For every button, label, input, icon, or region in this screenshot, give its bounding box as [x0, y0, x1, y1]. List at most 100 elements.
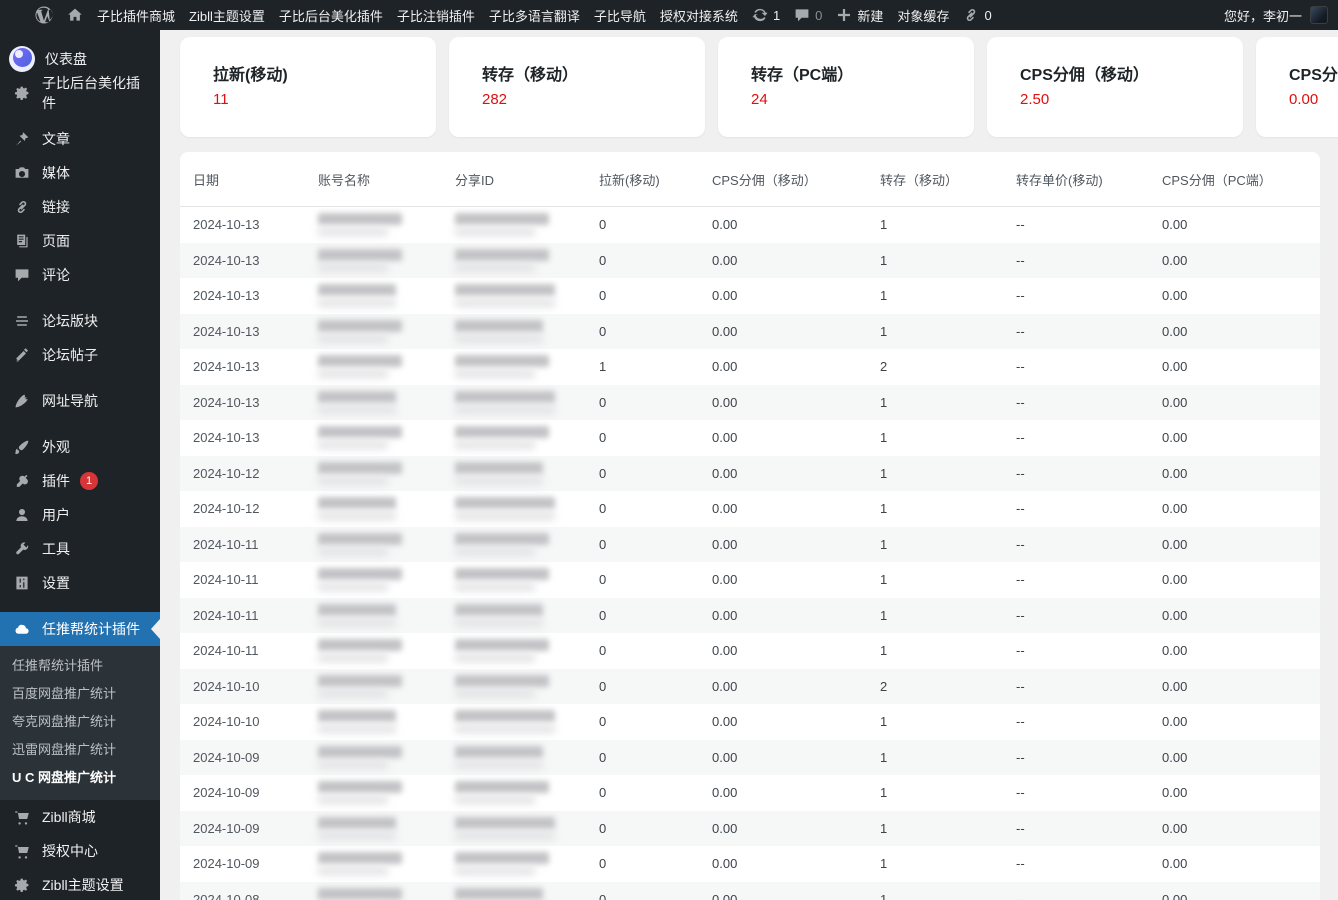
sidebar-item[interactable]: 授权中心 — [0, 834, 160, 868]
sidebar-item[interactable]: 网址导航 — [0, 384, 160, 418]
sidebar-submenu: 任推帮统计插件百度网盘推广统计夸克网盘推广统计迅雷网盘推广统计U C 网盘推广统… — [0, 646, 160, 800]
sidebar-item[interactable]: 设置 — [0, 566, 160, 600]
sidebar-item[interactable]: 论坛帖子 — [0, 338, 160, 372]
transfer-price-cell: -- — [1016, 750, 1162, 765]
cps-pc-cell: 0.00 — [1162, 892, 1320, 900]
blurred-text-bar — [318, 761, 388, 769]
table-body: 2024-10-1300.001--0.002024-10-1300.001--… — [180, 207, 1320, 900]
account-name-cell-blurred — [318, 462, 455, 485]
cps-mobile-cell: 0.00 — [712, 892, 880, 900]
new-content-button[interactable]: 新建 — [829, 0, 890, 30]
blurred-text-bar — [318, 604, 396, 616]
sidebar-item-label: 论坛帖子 — [42, 345, 98, 365]
user-avatar — [1310, 6, 1328, 24]
cps-mobile-cell: 0.00 — [712, 466, 880, 481]
table-row: 2024-10-1100.001--0.00 — [180, 633, 1320, 669]
stat-card-title: 转存（PC端） — [751, 65, 974, 87]
table-row: 2024-10-0900.001--0.00 — [180, 811, 1320, 847]
sidebar-item-label: 设置 — [42, 573, 70, 593]
gear-icon — [12, 85, 32, 101]
transfer-mobile-cell: 2 — [880, 679, 1016, 694]
share-id-cell-blurred — [455, 426, 599, 449]
sidebar-submenu-item[interactable]: 任推帮统计插件 — [0, 652, 160, 680]
sidebar-item[interactable]: 评论 — [0, 258, 160, 292]
new-content-label: 新建 — [857, 6, 883, 25]
admin-bar-menu-item[interactable]: 子比注销插件 — [390, 0, 482, 30]
sidebar-item[interactable]: 外观 — [0, 430, 160, 464]
admin-bar-menu-item[interactable]: 子比多语言翻译 — [482, 0, 587, 30]
sidebar-submenu-item[interactable]: 迅雷网盘推广统计 — [0, 736, 160, 764]
cps-mobile-cell: 0.00 — [712, 537, 880, 552]
cps-pc-cell: 0.00 — [1162, 714, 1320, 729]
stat-card: 转存（移动）282 — [449, 37, 705, 137]
sidebar-item[interactable]: Zibll商城 — [0, 800, 160, 834]
blurred-text-bar — [318, 441, 388, 449]
cps-mobile-cell: 0.00 — [712, 856, 880, 871]
cps-mobile-cell: 0.00 — [712, 572, 880, 587]
account-name-cell-blurred — [318, 746, 455, 769]
admin-bar-menu-item[interactable]: 子比插件商城 — [90, 0, 182, 30]
object-cache-button[interactable]: 对象缓存 — [890, 0, 956, 30]
cps-mobile-cell: 0.00 — [712, 643, 880, 658]
transfer-price-cell: -- — [1016, 537, 1162, 552]
sidebar-item[interactable]: 链接 — [0, 190, 160, 224]
blurred-text-bar — [455, 619, 543, 627]
stat-card: 拉新(移动)11 — [180, 37, 436, 137]
admin-bar-account[interactable]: 您好，李初一 — [1224, 6, 1338, 25]
sidebar-submenu-item[interactable]: 百度网盘推广统计 — [0, 680, 160, 708]
updates-button[interactable]: 1 — [745, 0, 787, 30]
stat-card: 转存（PC端）24 — [718, 37, 974, 137]
cps-pc-cell: 0.00 — [1162, 288, 1320, 303]
sidebar-submenu-item[interactable]: U C 网盘推广统计 — [0, 764, 160, 792]
cps-pc-cell: 0.00 — [1162, 643, 1320, 658]
blurred-text-bar — [455, 654, 535, 662]
sidebar-item[interactable]: 论坛版块 — [0, 304, 160, 338]
date-cell: 2024-10-11 — [193, 572, 318, 587]
sidebar-item[interactable]: 仪表盘 — [0, 42, 160, 76]
transfer-price-cell: -- — [1016, 821, 1162, 836]
sidebar-item-label: 页面 — [42, 231, 70, 251]
table-row: 2024-10-0800.001--0.00 — [180, 882, 1320, 900]
blurred-text-bar — [318, 462, 402, 474]
transfer-mobile-cell: 1 — [880, 821, 1016, 836]
comments-button[interactable]: 0 — [787, 0, 829, 30]
share-id-cell-blurred — [455, 213, 599, 236]
admin-bar-menu-item[interactable]: 子比导航 — [587, 0, 653, 30]
date-cell: 2024-10-13 — [193, 217, 318, 232]
sidebar-submenu-item[interactable]: 夸克网盘推广统计 — [0, 708, 160, 736]
sidebar-item[interactable]: 任推帮统计插件 — [0, 612, 160, 646]
sidebar-item[interactable]: 页面 — [0, 224, 160, 258]
account-name-cell-blurred — [318, 355, 455, 378]
share-id-cell-blurred — [455, 710, 599, 733]
blurred-text-bar — [318, 533, 402, 545]
sidebar-item[interactable]: 插件1 — [0, 464, 160, 498]
sidebar-item[interactable]: 子比后台美化插件 — [0, 76, 160, 110]
table-header-cell: 日期 — [193, 170, 318, 189]
sidebar-item[interactable]: 媒体 — [0, 156, 160, 190]
blurred-text-bar — [318, 406, 396, 414]
admin-bar-menu-item[interactable]: Zibll主题设置 — [182, 0, 272, 30]
sidebar-item[interactable]: Zibll主题设置 — [0, 868, 160, 900]
transfer-mobile-cell: 1 — [880, 750, 1016, 765]
blurred-text-bar — [455, 355, 549, 367]
links-counter-button[interactable]: 0 — [956, 0, 998, 30]
blurred-text-bar — [318, 867, 388, 875]
admin-bar-menu-item[interactable]: 子比后台美化插件 — [272, 0, 390, 30]
cps-mobile-cell: 0.00 — [712, 821, 880, 836]
wordpress-logo-icon[interactable] — [28, 0, 60, 30]
account-name-cell-blurred — [318, 639, 455, 662]
blurred-text-bar — [455, 796, 535, 804]
sidebar-item[interactable]: 用户 — [0, 498, 160, 532]
blurred-text-bar — [318, 710, 396, 722]
pull-new-cell: 1 — [599, 359, 712, 374]
admin-bar-menu-item[interactable]: 授权对接系统 — [653, 0, 745, 30]
transfer-mobile-cell: 1 — [880, 430, 1016, 445]
cloud-icon — [12, 621, 32, 637]
sidebar-item[interactable]: 文章 — [0, 122, 160, 156]
account-name-cell-blurred — [318, 817, 455, 840]
cps-mobile-cell: 0.00 — [712, 785, 880, 800]
home-icon[interactable] — [60, 0, 90, 30]
pull-new-cell: 0 — [599, 750, 712, 765]
transfer-mobile-cell: 1 — [880, 253, 1016, 268]
sidebar-item[interactable]: 工具 — [0, 532, 160, 566]
